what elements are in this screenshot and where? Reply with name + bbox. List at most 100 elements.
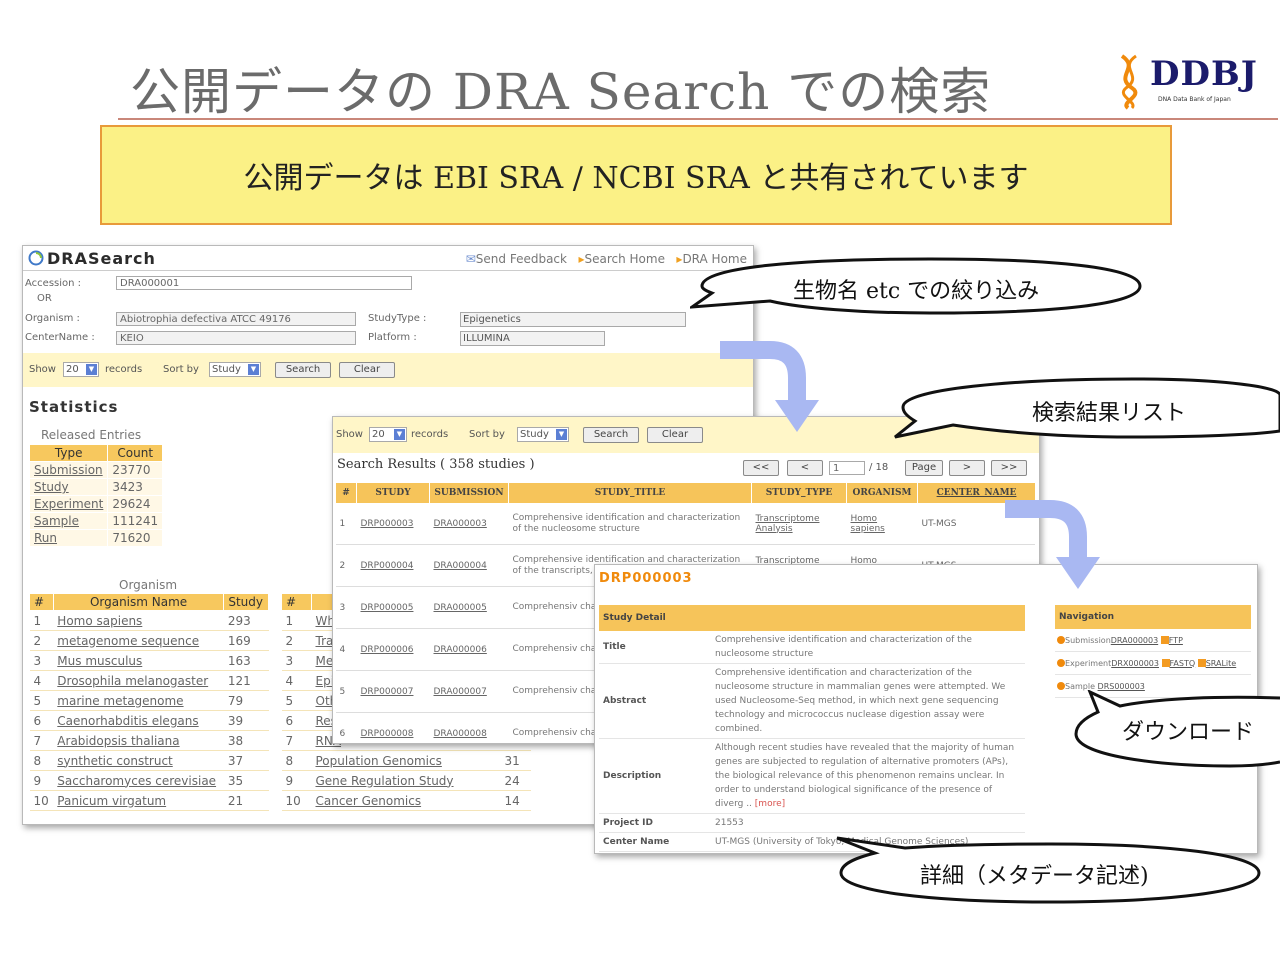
table-row: 8 synthetic construct 37 [29,750,269,771]
column-header: SUBMISSION [429,483,509,503]
clear-button[interactable]: Clear [339,362,395,378]
organism-link[interactable]: Caenorhabditis elegans [53,710,224,731]
study-type-link[interactable]: Gene Regulation Study [311,770,501,791]
study-link[interactable]: DRP000008 [356,712,430,743]
study-link[interactable]: DRP000004 [356,544,430,587]
study-link[interactable]: DRP000005 [356,586,430,629]
column-header: STUDY_TYPE [751,483,847,503]
organism-link[interactable]: Homo sapiens [846,503,918,545]
navigation-header: Navigation [1055,605,1251,629]
submission-link[interactable]: DRA000003 [429,503,509,545]
studytype-select[interactable]: Epigenetics [460,312,686,327]
study-type-link[interactable]: Transcriptome Analysis [751,503,847,545]
study-link[interactable]: DRP000007 [356,670,430,713]
statistics-title: Statistics [29,398,119,416]
next-page-button[interactable]: > [949,460,985,476]
organism-link[interactable]: metagenome sequence [53,630,224,651]
last-page-button[interactable]: >> [991,460,1027,476]
sortby-select[interactable]: Study ▼ [517,427,569,442]
table-row: 9 Gene Regulation Study 24 [281,770,531,791]
count-cell: 111241 [107,512,164,530]
type-link[interactable]: Sample [28,512,109,530]
search-home-link[interactable]: Search Home [584,252,664,266]
submission-link[interactable]: DRA000005 [429,586,509,629]
submission-link[interactable]: DRA000007 [429,670,509,713]
row-number: 2 [281,630,312,651]
released-entries-label: Released Entries [41,428,142,442]
type-link[interactable]: Experiment [28,495,109,513]
centername-input[interactable]: KEIO [116,331,356,345]
organism-link[interactable]: marine metagenome [53,690,224,711]
row-number: 10 [281,790,312,811]
show-select[interactable]: 20 ▼ [63,362,99,377]
search-button[interactable]: Search [583,427,639,443]
organism-link[interactable]: Homo sapiens [53,610,224,631]
platform-label: Platform : [368,332,417,343]
row-number: 1 [335,503,357,545]
ftp-link[interactable]: FTP [1169,636,1183,645]
download-icon [1160,636,1169,644]
page-number-input[interactable]: 1 [829,461,865,475]
more-link[interactable]: [more] [755,799,785,809]
go-page-button[interactable]: Page [905,460,943,476]
table-row: Sample 111241 [28,512,164,530]
organism-link[interactable]: Mus musculus [53,650,224,671]
type-link[interactable]: Study [28,478,109,496]
submission-link[interactable]: DRA000006 [429,628,509,671]
organism-input[interactable]: Abiotrophia defectiva ATCC 49176 [116,312,356,326]
records-label: records [105,364,143,375]
send-feedback-link[interactable]: Send Feedback [476,252,567,266]
column-header: Organism Name [52,593,225,611]
submission-link[interactable]: DRA000004 [429,544,509,587]
show-select[interactable]: 20 ▼ [369,427,407,442]
table-row: Submission 23770 [28,461,164,479]
study-type-link[interactable]: Cancer Genomics [311,790,501,811]
fastq-link[interactable]: FASTQ [1170,659,1196,668]
submission-link[interactable]: DRA000003 [1111,636,1158,645]
study-count: 21 [223,790,269,811]
sortby-label: Sort by [469,429,505,440]
banner-text: 公開データは EBI SRA / NCBI SRA と共有されています [243,161,1029,196]
row-number: 9 [281,770,312,791]
organism-link[interactable]: Arabidopsis thaliana [53,730,224,751]
row-number: 2 [29,630,54,651]
accession-input[interactable]: DRA000001 [116,276,412,290]
search-button[interactable]: Search [275,362,331,378]
submission-label: Submission [1065,635,1111,645]
first-page-button[interactable]: << [743,460,779,476]
study-count: 169 [223,630,269,651]
table-row: 10 Cancer Genomics 14 [281,790,531,811]
study-type-link[interactable]: Population Genomics [311,750,501,771]
page-total: / 18 [869,462,889,473]
row-number: 4 [281,670,312,691]
sralite-link[interactable]: SRALite [1206,659,1237,668]
organism-table: # Organism Name Study 1 Homo sapiens 293 2… [29,593,269,811]
type-link[interactable]: Run [28,529,109,547]
study-link[interactable]: DRP000006 [356,628,430,671]
organism-link[interactable]: Panicum virgatum [53,790,224,811]
study-count: 39 [223,710,269,731]
logo-subtitle: DNA Data Bank of Japan [1158,96,1231,103]
organism-link[interactable]: synthetic construct [53,750,224,771]
table-row: 6 Caenorhabditis elegans 39 [29,710,269,731]
curved-arrow-icon [720,341,819,432]
field-value: Comprehensive identification and charact… [711,631,1025,664]
experiment-link[interactable]: DRX000003 [1111,659,1159,668]
prev-page-button[interactable]: < [787,460,823,476]
detail-row: Abstract Comprehensive identification and… [599,663,1025,739]
organism-link[interactable]: Saccharomyces cerevisiae [53,770,224,791]
table-row: 5 marine metagenome 79 [29,690,269,711]
accession-label: Accession : [25,278,82,289]
platform-select[interactable]: ILLUMINA [460,331,605,346]
study-link[interactable]: DRP000003 [356,503,430,545]
submission-link[interactable]: DRA000008 [429,712,509,743]
sortby-select[interactable]: Study ▼ [209,362,261,377]
row-number: 3 [29,650,54,671]
study-id-title: DRP000003 [599,571,693,586]
organism-link[interactable]: Drosophila melanogaster [53,670,224,691]
clear-button[interactable]: Clear [647,427,703,443]
table-row: 10 Panicum virgatum 21 [29,790,269,811]
download-icon [1197,659,1206,667]
dna-helix-icon [1120,54,1138,110]
type-link[interactable]: Submission [28,461,109,479]
